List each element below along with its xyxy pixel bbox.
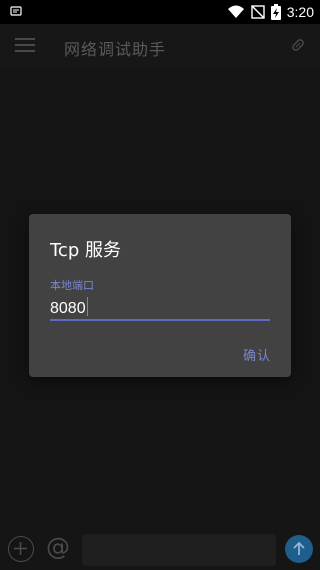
local-port-input[interactable]: 8080 [50,294,270,320]
menu-icon[interactable] [15,38,35,52]
confirm-button[interactable]: 确认 [243,345,271,364]
send-icon [293,541,305,555]
input-underline [50,319,270,321]
send-button[interactable] [285,535,313,563]
message-input[interactable] [82,534,276,566]
bottom-bar: @ [0,528,320,570]
tcp-service-dialog: Tcp 服务 本地端口 8080 确认 [29,214,291,377]
text-caret [86,297,89,316]
status-bar: 3:20 [0,0,320,24]
add-button[interactable] [8,536,34,562]
screen: 3:20 网络调试助手 @ Tcp 服务 本地端口 8080 确认 [0,0,320,570]
local-port-value: 8080 [50,300,86,317]
clear-icon[interactable] [290,37,306,53]
notification-icon [10,6,22,16]
status-icons: 3:20 [227,2,314,22]
status-time: 3:20 [286,4,314,20]
dialog-title: Tcp 服务 [50,240,121,261]
wifi-icon [227,5,244,18]
at-button[interactable]: @ [44,532,72,562]
local-port-label: 本地端口 [50,279,94,292]
no-sim-icon [251,5,265,19]
battery-charging-icon [270,4,281,20]
toolbar: 网络调试助手 [0,24,320,68]
app-title: 网络调试助手 [64,40,167,59]
add-icon [14,542,27,555]
